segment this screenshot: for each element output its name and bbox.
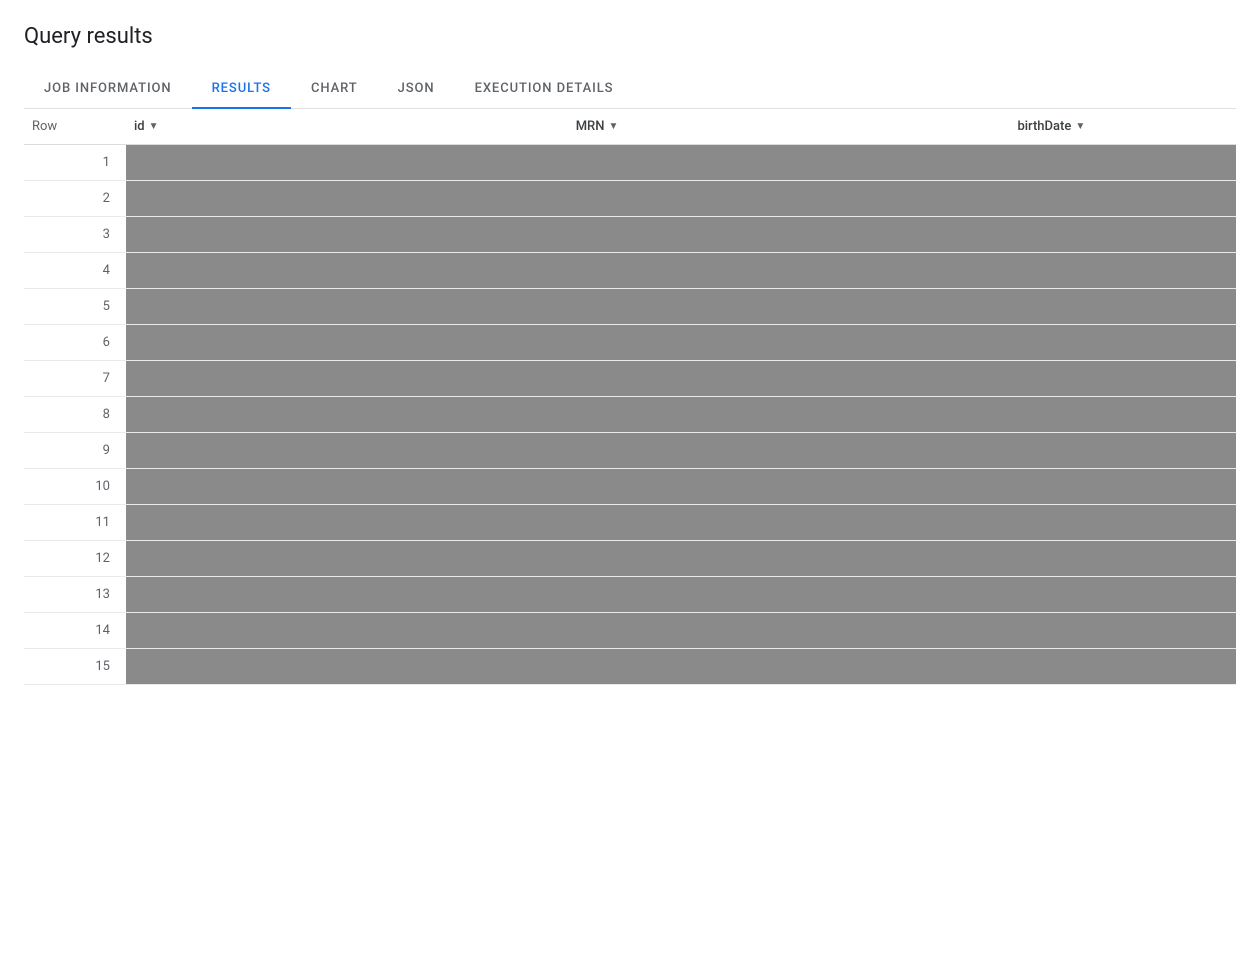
cell-id: [126, 325, 568, 361]
row-number: 12: [24, 541, 126, 577]
mrn-sort-icon[interactable]: ▼: [608, 121, 618, 132]
cell-id: [126, 253, 568, 289]
cell-mrn: [568, 649, 1010, 685]
table-row: 11: [24, 505, 1236, 541]
cell-id: [126, 469, 568, 505]
cell-id: [126, 541, 568, 577]
id-sort-icon[interactable]: ▼: [149, 121, 159, 132]
row-number: 10: [24, 469, 126, 505]
cell-birthdate: [1009, 613, 1236, 649]
cell-mrn: [568, 469, 1010, 505]
cell-mrn: [568, 433, 1010, 469]
cell-birthdate: [1009, 577, 1236, 613]
row-number: 7: [24, 361, 126, 397]
col-header-id[interactable]: id ▼: [126, 109, 568, 145]
cell-mrn: [568, 541, 1010, 577]
cell-birthdate: [1009, 217, 1236, 253]
table-row: 2: [24, 181, 1236, 217]
tab-chart[interactable]: CHART: [291, 69, 378, 108]
table-row: 7: [24, 361, 1236, 397]
page-title: Query results: [24, 24, 1236, 49]
cell-birthdate: [1009, 325, 1236, 361]
cell-mrn: [568, 253, 1010, 289]
row-number: 14: [24, 613, 126, 649]
row-number: 5: [24, 289, 126, 325]
tab-execution-details[interactable]: EXECUTION DETAILS: [455, 69, 634, 108]
cell-id: [126, 649, 568, 685]
cell-id: [126, 505, 568, 541]
table-row: 4: [24, 253, 1236, 289]
tab-job-information[interactable]: JOB INFORMATION: [24, 69, 192, 108]
cell-id: [126, 613, 568, 649]
table-row: 14: [24, 613, 1236, 649]
row-number: 6: [24, 325, 126, 361]
cell-birthdate: [1009, 253, 1236, 289]
tab-results[interactable]: RESULTS: [192, 69, 291, 108]
row-number: 13: [24, 577, 126, 613]
row-number: 3: [24, 217, 126, 253]
page-container: Query results JOB INFORMATION RESULTS CH…: [0, 0, 1260, 976]
table-row: 8: [24, 397, 1236, 433]
cell-mrn: [568, 325, 1010, 361]
results-table-container: Row id ▼ MRN ▼: [24, 109, 1236, 685]
tabs-bar: JOB INFORMATION RESULTS CHART JSON EXECU…: [24, 69, 1236, 109]
row-number: 9: [24, 433, 126, 469]
cell-birthdate: [1009, 505, 1236, 541]
cell-mrn: [568, 577, 1010, 613]
col-header-birthdate[interactable]: birthDate ▼: [1009, 109, 1236, 145]
cell-id: [126, 397, 568, 433]
cell-mrn: [568, 361, 1010, 397]
cell-birthdate: [1009, 145, 1236, 181]
cell-birthdate: [1009, 541, 1236, 577]
results-table: Row id ▼ MRN ▼: [24, 109, 1236, 685]
cell-mrn: [568, 289, 1010, 325]
table-row: 9: [24, 433, 1236, 469]
cell-mrn: [568, 505, 1010, 541]
cell-id: [126, 217, 568, 253]
table-row: 15: [24, 649, 1236, 685]
table-row: 6: [24, 325, 1236, 361]
cell-id: [126, 145, 568, 181]
row-number: 8: [24, 397, 126, 433]
birthdate-sort-icon[interactable]: ▼: [1075, 121, 1085, 132]
cell-mrn: [568, 217, 1010, 253]
cell-id: [126, 289, 568, 325]
table-row: 5: [24, 289, 1236, 325]
col-header-row: Row: [24, 109, 126, 145]
cell-id: [126, 433, 568, 469]
table-body: 123456789101112131415: [24, 145, 1236, 685]
table-row: 13: [24, 577, 1236, 613]
table-row: 12: [24, 541, 1236, 577]
table-header-row: Row id ▼ MRN ▼: [24, 109, 1236, 145]
cell-birthdate: [1009, 649, 1236, 685]
row-number: 11: [24, 505, 126, 541]
table-row: 1: [24, 145, 1236, 181]
row-number: 1: [24, 145, 126, 181]
table-row: 10: [24, 469, 1236, 505]
cell-birthdate: [1009, 181, 1236, 217]
cell-birthdate: [1009, 361, 1236, 397]
cell-birthdate: [1009, 397, 1236, 433]
cell-id: [126, 181, 568, 217]
tab-json[interactable]: JSON: [378, 69, 455, 108]
row-number: 2: [24, 181, 126, 217]
cell-birthdate: [1009, 289, 1236, 325]
row-number: 15: [24, 649, 126, 685]
cell-mrn: [568, 613, 1010, 649]
cell-mrn: [568, 181, 1010, 217]
row-number: 4: [24, 253, 126, 289]
cell-id: [126, 577, 568, 613]
cell-mrn: [568, 145, 1010, 181]
col-header-mrn[interactable]: MRN ▼: [568, 109, 1010, 145]
table-row: 3: [24, 217, 1236, 253]
cell-id: [126, 361, 568, 397]
cell-birthdate: [1009, 469, 1236, 505]
cell-mrn: [568, 397, 1010, 433]
cell-birthdate: [1009, 433, 1236, 469]
